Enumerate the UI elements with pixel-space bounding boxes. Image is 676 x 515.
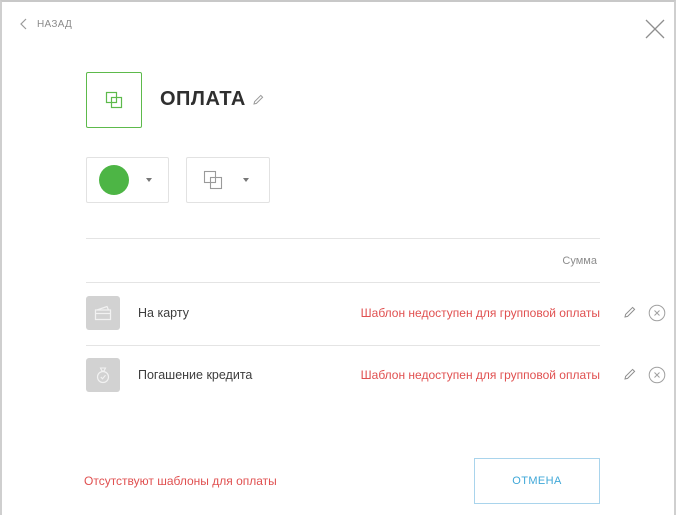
pencil-icon[interactable] [252,94,264,106]
copy-icon [203,170,223,190]
template-row[interactable]: На карту Шаблон недоступен для групповой… [86,293,666,333]
back-label: НАЗАД [37,18,73,30]
divider [86,282,600,283]
row-status: Шаблон недоступен для групповой оплаты [360,368,600,382]
row-icon [86,296,120,330]
chevron-left-icon [20,18,27,30]
chevron-down-icon [146,178,152,182]
color-swatch [99,165,129,195]
pencil-icon[interactable] [623,305,636,319]
page-title: ОПЛАТА [160,88,246,110]
row-icon [86,358,120,392]
row-name: Погашение кредита [138,368,253,382]
divider [86,238,600,239]
row-name: На карту [138,306,189,320]
remove-circle-icon[interactable] [648,366,666,384]
remove-circle-icon[interactable] [648,304,666,322]
footer-message: Отсутствуют шаблоны для оплаты [84,474,277,488]
pencil-icon[interactable] [623,367,636,381]
money-bag-icon [96,367,110,384]
amount-column-header: Сумма [562,255,597,267]
color-picker[interactable] [86,157,169,203]
card-icon [94,305,112,321]
row-status: Шаблон недоступен для групповой оплаты [360,306,600,320]
group-icon-tile[interactable] [86,72,142,128]
close-button[interactable] [644,18,666,40]
close-icon [645,19,665,39]
cancel-button[interactable]: ОТМЕНА [474,458,600,504]
divider [86,345,600,346]
group-title-block: ОПЛАТА [160,88,264,111]
template-row[interactable]: Погашение кредита Шаблон недоступен для … [86,355,666,395]
chevron-down-icon [243,178,249,182]
back-button[interactable]: НАЗАД [20,18,72,30]
icon-picker[interactable] [186,157,270,203]
copy-icon [105,91,123,109]
